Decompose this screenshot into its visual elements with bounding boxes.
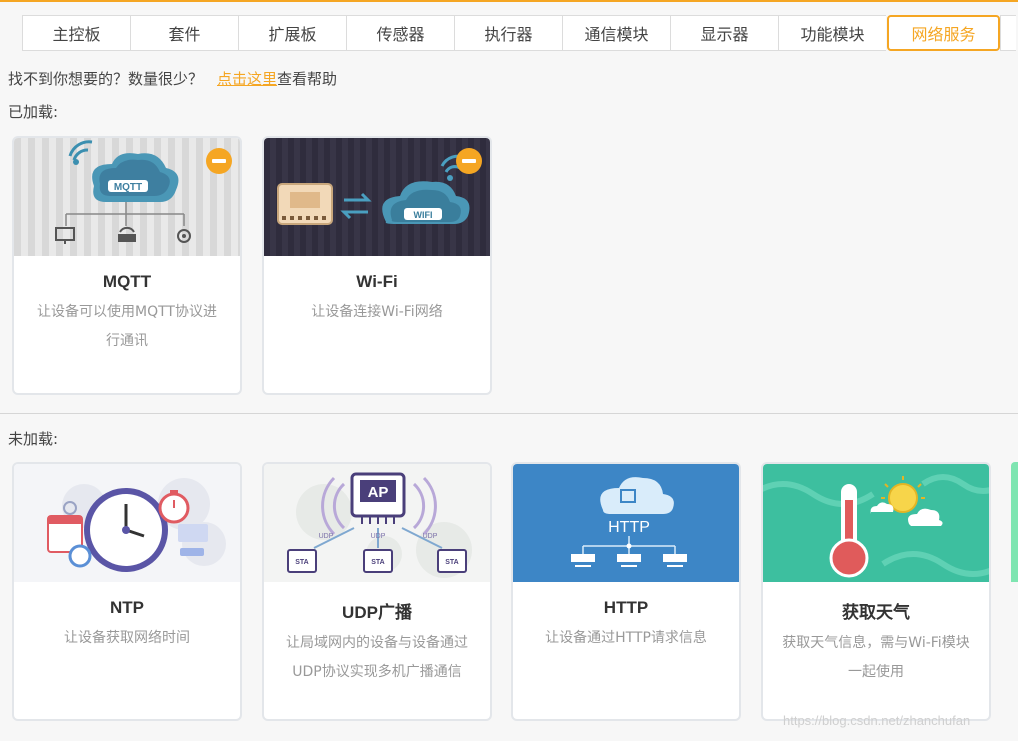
weather-thumbnail xyxy=(763,464,989,582)
svg-text:WIFI: WIFI xyxy=(414,210,433,220)
tab-network-services[interactable]: 网络服务 xyxy=(887,15,1000,51)
tab-sensors[interactable]: 传感器 xyxy=(346,15,454,51)
svg-text:MQTT: MQTT xyxy=(114,182,142,193)
extension-card-weather[interactable]: 获取天气 获取天气信息，需与Wi-Fi模块一起使用 xyxy=(761,462,991,721)
thermometer-sun-icon xyxy=(763,464,989,582)
wifi-thumbnail: WIFI xyxy=(264,138,490,256)
tab-expansion-board[interactable]: 扩展板 xyxy=(238,15,346,51)
svg-text:UDP: UDP xyxy=(371,533,386,540)
http-thumbnail: HTTP xyxy=(513,464,739,582)
remove-mqtt-button[interactable] xyxy=(206,148,232,174)
card-description: 让设备获取网络时间 xyxy=(64,630,190,646)
tab-main-board[interactable]: 主控板 xyxy=(22,15,130,51)
extension-card-partial[interactable] xyxy=(1011,462,1018,582)
watermark: https://blog.csdn.net/zhanchufan xyxy=(783,713,971,728)
remove-wifi-button[interactable] xyxy=(456,148,482,174)
top-accent-line xyxy=(0,0,1018,2)
unloaded-section-label: 未加载: xyxy=(8,430,59,448)
card-title: UDP广播 xyxy=(342,603,412,622)
svg-text:STA: STA xyxy=(371,559,384,566)
extension-card-http[interactable]: HTTP HTTP 让设备通过HTTP请求信息 xyxy=(511,462,741,721)
udp-thumbnail: AP UDP UDP UDP STA STA STA xyxy=(264,464,490,582)
card-title: MQTT xyxy=(102,272,152,291)
help-prefix: 找不到你想要的？数量很少？ xyxy=(8,70,204,88)
mqtt-thumbnail: MQTT xyxy=(14,138,240,256)
svg-text:STA: STA xyxy=(295,559,308,566)
svg-text:AP: AP xyxy=(368,484,389,501)
card-description: 让设备通过HTTP请求信息 xyxy=(545,630,707,646)
extension-card-ntp[interactable]: NTP 让设备获取网络时间 xyxy=(12,462,242,721)
help-line: 找不到你想要的？数量很少？ 点击这里查看帮助 xyxy=(8,68,337,89)
category-tabs: 主控板 套件 扩展板 传感器 执行器 通信模块 显示器 功能模块 网络服务 xyxy=(22,15,1016,51)
loaded-section-label: 已加载: xyxy=(8,103,59,121)
section-divider xyxy=(0,413,1018,414)
card-description: 获取天气信息，需与Wi-Fi模块一起使用 xyxy=(782,635,970,680)
extension-card-mqtt[interactable]: MQTT MQTT 让设备可以使用MQTT协议进行通讯 xyxy=(12,136,242,395)
card-title: NTP xyxy=(110,598,144,617)
help-suffix: 查看帮助 xyxy=(277,70,338,88)
tab-function-modules[interactable]: 功能模块 xyxy=(778,15,886,51)
svg-text:HTTP: HTTP xyxy=(608,519,650,536)
tab-kits[interactable]: 套件 xyxy=(130,15,238,51)
card-title: HTTP xyxy=(603,598,649,617)
tab-displays[interactable]: 显示器 xyxy=(670,15,778,51)
card-description: 让局域网内的设备与设备通过UDP协议实现多机广播通信 xyxy=(286,635,468,680)
help-link[interactable]: 点击这里 xyxy=(217,70,277,88)
ap-broadcast-icon: AP UDP UDP UDP STA STA STA xyxy=(264,464,490,582)
ntp-thumbnail xyxy=(14,464,240,582)
card-description: 让设备可以使用MQTT协议进行通讯 xyxy=(37,304,217,349)
extension-card-udp-broadcast[interactable]: AP UDP UDP UDP STA STA STA UDP广播 让局域网内的设备与设备… xyxy=(262,462,492,721)
card-title: 获取天气 xyxy=(842,603,910,622)
card-title: Wi-Fi xyxy=(356,272,398,291)
clock-icon xyxy=(14,464,240,582)
svg-text:UDP: UDP xyxy=(319,533,334,540)
extension-card-wifi[interactable]: WIFI Wi-Fi 让设备连接Wi-Fi网络 xyxy=(262,136,492,395)
tab-communication[interactable]: 通信模块 xyxy=(562,15,670,51)
http-cloud-icon: HTTP xyxy=(513,464,739,582)
tab-actuators[interactable]: 执行器 xyxy=(454,15,562,51)
card-description: 让设备连接Wi-Fi网络 xyxy=(311,304,443,320)
svg-text:STA: STA xyxy=(445,559,458,566)
svg-text:UDP: UDP xyxy=(423,533,438,540)
tab-overflow[interactable] xyxy=(1000,15,1016,51)
